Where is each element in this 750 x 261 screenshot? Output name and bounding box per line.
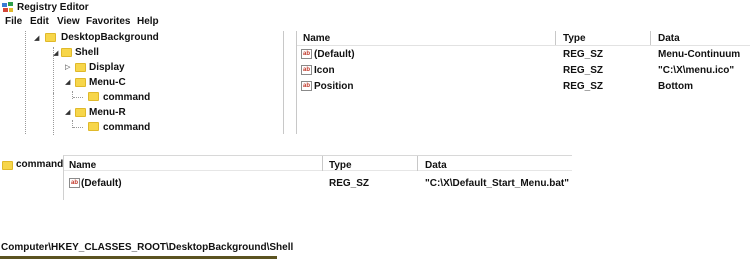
folder-icon <box>61 48 72 57</box>
table-row[interactable]: ab (Default) REG_SZ "C:\X\Default_Start_… <box>64 176 572 192</box>
window-title: Registry Editor <box>17 2 89 13</box>
table-row[interactable]: ab Position REG_SZ Bottom <box>297 79 750 95</box>
menu-favorites[interactable]: Favorites <box>86 16 130 27</box>
column-divider[interactable] <box>650 31 651 45</box>
tree-item-desktop-background[interactable]: DesktopBackground <box>61 32 159 43</box>
tree-item-command-c[interactable]: command <box>103 92 150 103</box>
collapse-arrow-icon[interactable]: ◢ <box>65 108 70 116</box>
status-bar-edge <box>0 256 277 259</box>
tree-item-display[interactable]: Display <box>89 62 125 73</box>
tree-connector <box>53 93 54 135</box>
column-header-row: Name Type Data <box>64 156 572 171</box>
folder-icon <box>75 63 86 72</box>
menu-file[interactable]: File <box>5 16 22 27</box>
title-bar: Registry Editor <box>0 0 750 15</box>
column-header-data[interactable]: Data <box>425 160 447 171</box>
menu-view[interactable]: View <box>57 16 80 27</box>
column-header-row: Name Type Data <box>297 31 750 46</box>
tree-item-menu-c[interactable]: Menu-C <box>89 77 126 88</box>
value-type: REG_SZ <box>563 65 604 76</box>
string-value-icon: ab <box>301 65 312 75</box>
folder-icon <box>45 33 56 42</box>
folder-icon <box>75 108 86 117</box>
values-pane: Name Type Data ab (Default) REG_SZ Menu-… <box>297 31 750 134</box>
value-name: Icon <box>314 65 335 76</box>
values-pane-command: Name Type Data ab (Default) REG_SZ "C:\X… <box>63 155 572 200</box>
column-divider[interactable] <box>417 156 418 171</box>
column-header-name[interactable]: Name <box>69 160 96 171</box>
column-header-name[interactable]: Name <box>303 33 330 44</box>
tree-pane: ◢ DesktopBackground ◢ Shell ▷ Display ◢ … <box>0 31 290 135</box>
table-row[interactable]: ab Icon REG_SZ "C:\X\menu.ico" <box>297 63 750 79</box>
value-data: Bottom <box>658 81 693 92</box>
value-type: REG_SZ <box>329 178 370 189</box>
string-value-icon: ab <box>69 178 80 188</box>
tree-item-command-r[interactable]: command <box>103 122 150 133</box>
string-value-icon: ab <box>301 81 312 91</box>
column-header-type[interactable]: Type <box>329 160 352 171</box>
registry-editor-icon <box>2 2 13 12</box>
tree-item-menu-r[interactable]: Menu-R <box>89 107 126 118</box>
tree-item-command[interactable]: command <box>16 159 63 170</box>
value-type: REG_SZ <box>563 49 604 60</box>
value-data: "C:\X\Default_Start_Menu.bat" <box>425 178 569 189</box>
folder-icon <box>88 92 99 101</box>
menu-edit[interactable]: Edit <box>30 16 49 27</box>
column-header-data[interactable]: Data <box>658 33 680 44</box>
value-type: REG_SZ <box>563 81 604 92</box>
value-data: "C:\X\menu.ico" <box>658 65 735 76</box>
menu-help[interactable]: Help <box>137 16 159 27</box>
menu-bar: File Edit View Favorites Help <box>0 15 750 29</box>
tree-connector <box>25 31 26 134</box>
tree-scrollbar[interactable] <box>283 31 284 134</box>
folder-icon <box>75 78 86 87</box>
column-divider[interactable] <box>555 31 556 45</box>
status-bar-path: Computer\HKEY_CLASSES_ROOT\DesktopBackgr… <box>1 242 294 253</box>
column-header-type[interactable]: Type <box>563 33 586 44</box>
column-divider[interactable] <box>322 156 323 171</box>
folder-icon <box>2 161 13 170</box>
tree-connector <box>73 127 83 128</box>
value-name: (Default) <box>81 178 122 189</box>
collapse-arrow-icon[interactable]: ◢ <box>34 34 39 42</box>
string-value-icon: ab <box>301 49 312 59</box>
value-data: Menu-Continuum <box>658 49 741 60</box>
folder-icon <box>88 122 99 131</box>
table-row[interactable]: ab (Default) REG_SZ Menu-Continuum <box>297 47 750 63</box>
expand-arrow-icon[interactable]: ▷ <box>65 63 70 71</box>
tree-item-shell[interactable]: Shell <box>75 47 99 58</box>
collapse-arrow-icon[interactable]: ◢ <box>65 78 70 86</box>
value-name: (Default) <box>314 49 355 60</box>
tree-connector <box>73 97 83 98</box>
value-name: Position <box>314 81 354 92</box>
collapse-arrow-icon[interactable]: ◢ <box>53 49 58 57</box>
